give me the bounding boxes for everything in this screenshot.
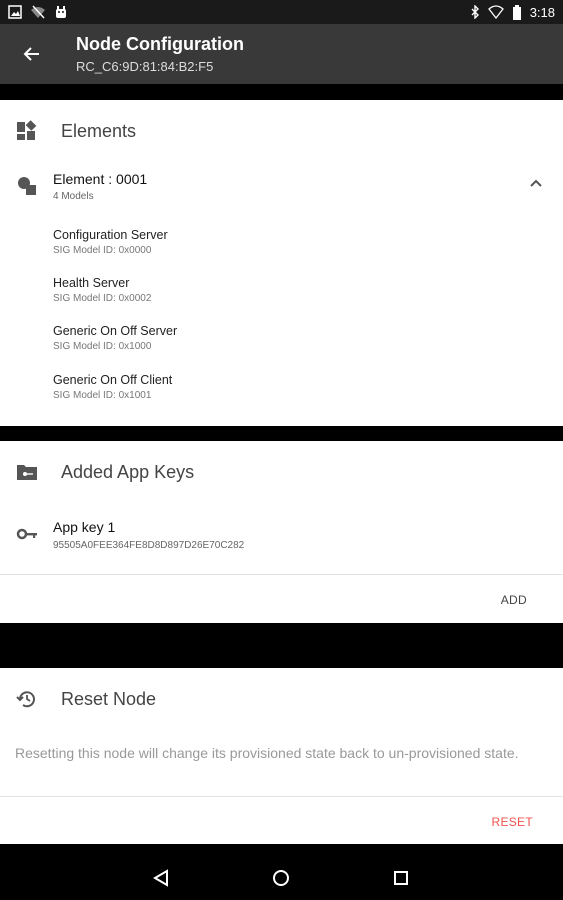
divider bbox=[0, 796, 563, 797]
status-right: 3:18 bbox=[470, 4, 555, 20]
android-icon bbox=[56, 6, 66, 18]
app-keys-card-header: Added App Keys bbox=[0, 441, 563, 503]
app-keys-card: Added App Keys App key 1 95505A0FEE364FE… bbox=[0, 441, 563, 623]
restore-icon bbox=[16, 691, 35, 708]
elements-card-header: Elements bbox=[0, 100, 563, 162]
chevron-up-icon[interactable] bbox=[529, 178, 543, 188]
category-shapes-icon bbox=[18, 177, 36, 195]
elements-card: Elements Element : 0001 4 Models Configu… bbox=[0, 100, 563, 426]
page-subtitle: RC_C6:9D:81:84:B2:F5 bbox=[76, 59, 214, 74]
reset-card: Reset Node Resetting this node will chan… bbox=[0, 668, 563, 844]
app-key-value: 95505A0FEE364FE8D8D897D26E70C282 bbox=[53, 540, 245, 551]
page-title: Node Configuration bbox=[76, 34, 244, 54]
reset-title: Reset Node bbox=[61, 689, 157, 709]
status-bar: 3:18 bbox=[0, 0, 563, 24]
reset-button[interactable]: RESET bbox=[491, 815, 533, 829]
battery-icon bbox=[512, 4, 521, 20]
wifi-icon bbox=[487, 5, 504, 19]
back-button[interactable] bbox=[18, 40, 46, 68]
recents-square-icon[interactable] bbox=[393, 870, 409, 886]
app-key-name: App key 1 bbox=[53, 519, 116, 535]
element-row[interactable]: Element : 0001 4 Models bbox=[0, 162, 563, 212]
model-item[interactable]: Configuration Server SIG Model ID: 0x000… bbox=[53, 228, 168, 256]
model-name: Generic On Off Server bbox=[53, 324, 178, 338]
model-item[interactable]: Generic On Off Client SIG Model ID: 0x10… bbox=[53, 373, 172, 401]
model-name: Generic On Off Client bbox=[53, 373, 173, 387]
key-icon bbox=[16, 528, 37, 540]
navigation-bar bbox=[0, 856, 563, 900]
add-button[interactable]: ADD bbox=[501, 593, 527, 607]
model-item[interactable]: Generic On Off Server SIG Model ID: 0x10… bbox=[53, 324, 177, 352]
model-id: SIG Model ID: 0x1000 bbox=[53, 341, 152, 352]
element-subtitle: 4 Models bbox=[53, 191, 94, 202]
back-triangle-icon[interactable] bbox=[153, 869, 169, 887]
divider bbox=[0, 574, 563, 575]
dashboard-icon bbox=[17, 120, 37, 140]
bluetooth-icon bbox=[471, 5, 479, 19]
model-id: SIG Model ID: 0x0000 bbox=[53, 245, 152, 256]
reset-description: Resetting this node will change its prov… bbox=[15, 745, 519, 761]
element-title: Element : 0001 bbox=[53, 171, 148, 187]
app-bar: Node Configuration RC_C6:9D:81:84:B2:F5 bbox=[0, 24, 563, 84]
arrow-back-icon bbox=[23, 47, 39, 61]
elements-title: Elements bbox=[61, 121, 137, 141]
wifi-off-icon bbox=[31, 5, 45, 19]
model-item[interactable]: Health Server SIG Model ID: 0x0002 bbox=[53, 276, 151, 304]
model-name: Health Server bbox=[53, 276, 130, 290]
model-name: Configuration Server bbox=[53, 228, 168, 242]
app-keys-title: Added App Keys bbox=[61, 462, 195, 482]
model-id: SIG Model ID: 0x1001 bbox=[53, 390, 152, 401]
status-time: 3:18 bbox=[529, 4, 555, 20]
status-left-icons bbox=[8, 5, 68, 19]
reset-card-header: Reset Node bbox=[0, 668, 563, 730]
folder-key-icon bbox=[17, 465, 37, 480]
app-key-row[interactable]: App key 1 95505A0FEE364FE8D8D897D26E70C2… bbox=[0, 505, 563, 561]
image-icon bbox=[8, 5, 22, 19]
home-circle-icon[interactable] bbox=[272, 869, 290, 887]
model-id: SIG Model ID: 0x0002 bbox=[53, 293, 152, 304]
